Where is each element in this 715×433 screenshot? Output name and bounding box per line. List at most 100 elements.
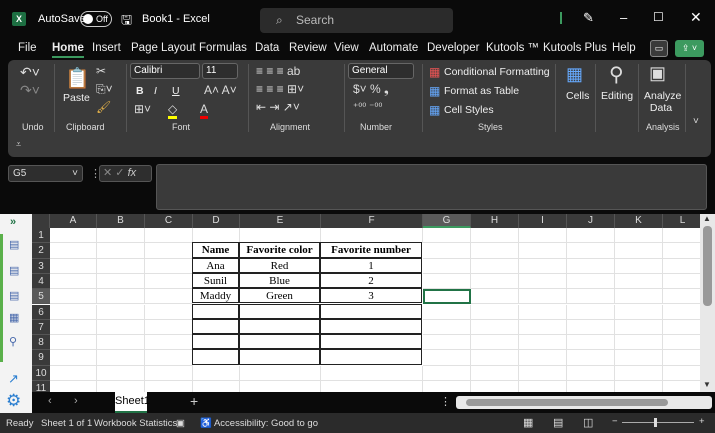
cell-C3[interactable] <box>145 258 193 274</box>
cell-D10[interactable] <box>193 365 240 381</box>
column-header-J[interactable]: J <box>567 214 615 228</box>
cell-B3[interactable] <box>97 258 145 274</box>
cell-H2[interactable] <box>471 243 519 259</box>
cell-A7[interactable] <box>50 319 97 336</box>
cell-L6[interactable] <box>663 305 700 320</box>
editing-button[interactable]: Editing <box>601 90 633 102</box>
horizontal-scrollbar[interactable] <box>456 396 712 409</box>
increase-font-icon[interactable]: A˄ A˅ <box>204 83 237 97</box>
cell-K10[interactable] <box>615 365 663 381</box>
tab-formulas[interactable]: Formulas <box>199 42 247 54</box>
worksheet-grid[interactable]: A B C D E F G H I J K L 1 2 Name Favorite color Favorite… <box>32 214 700 392</box>
cell-E11[interactable] <box>240 381 321 392</box>
row-header-11[interactable]: 11 <box>32 381 50 392</box>
cell-G10[interactable] <box>423 365 471 381</box>
row-header-1[interactable]: 1 <box>32 228 50 244</box>
cell-K9[interactable] <box>615 350 663 366</box>
cell-I6[interactable] <box>519 304 567 320</box>
cell-F3[interactable]: 1 <box>320 257 422 273</box>
cell-styles-button[interactable]: Cell Styles <box>444 104 494 116</box>
cell-J8[interactable] <box>567 335 615 351</box>
tab-home[interactable]: Home <box>52 42 84 58</box>
cell-L4[interactable] <box>663 274 700 290</box>
cell-I4[interactable] <box>519 273 567 290</box>
print-icon[interactable]: ▤ <box>9 289 19 302</box>
paste-icon[interactable]: 📋 <box>65 66 90 91</box>
comments-button[interactable]: ▭ <box>650 40 668 57</box>
align-left-icon[interactable]: ≡ ≡ ≡ ⊞˅ <box>256 82 304 96</box>
cell-E5[interactable]: Green <box>239 288 320 304</box>
cell-C4[interactable] <box>145 273 193 290</box>
pen-icon[interactable]: ✎ <box>583 10 594 26</box>
cell-L8[interactable] <box>663 335 700 351</box>
cell-F9[interactable] <box>320 349 422 365</box>
cell-D2[interactable]: Name <box>192 242 239 258</box>
cell-D4[interactable]: Sunil <box>192 272 239 289</box>
search-box[interactable]: ⌕ Search <box>260 8 453 33</box>
zoom-slider-thumb[interactable] <box>654 418 657 427</box>
cell-G9[interactable] <box>423 350 471 366</box>
row-header-10[interactable]: 10 <box>32 365 50 381</box>
cell-H5[interactable] <box>471 289 519 305</box>
tab-kutools-plus[interactable]: Kutools Plus <box>543 42 607 54</box>
font-size-select[interactable]: 11 <box>202 63 238 79</box>
cell-B10[interactable] <box>97 365 145 381</box>
tab-review[interactable]: Review <box>289 42 327 54</box>
cell-J4[interactable] <box>567 273 615 290</box>
cell-I7[interactable] <box>519 319 567 336</box>
cell-G1[interactable] <box>423 228 471 244</box>
next-sheet-button[interactable]: › <box>74 395 78 407</box>
cell-J10[interactable] <box>567 365 615 381</box>
row-header-6[interactable]: 6 <box>32 304 50 320</box>
italic-button[interactable]: I <box>154 85 157 97</box>
decimal-icon[interactable]: ⁺⁰⁰ ⁻⁰⁰ <box>353 102 382 113</box>
minimize-button[interactable]: – <box>620 10 627 25</box>
format-as-table-button[interactable]: Format as Table <box>444 85 519 97</box>
column-header-C[interactable]: C <box>145 214 193 228</box>
page-layout-view-icon[interactable]: ▤ <box>553 416 563 429</box>
cell-B6[interactable] <box>97 304 145 320</box>
column-header-G[interactable]: G <box>423 214 471 228</box>
enter-icon[interactable]: ✓ <box>115 167 124 179</box>
close-button[interactable]: ✕ <box>690 9 702 26</box>
insert-function-button[interactable]: fx <box>128 167 137 179</box>
tab-file[interactable]: File <box>18 42 37 54</box>
cell-B2[interactable] <box>97 243 145 259</box>
cell-F8[interactable] <box>320 334 422 350</box>
share-button[interactable]: ⇪ ˅ <box>675 40 704 57</box>
workbook-icon[interactable]: ▤ <box>9 238 19 251</box>
cell-H4[interactable] <box>471 273 519 290</box>
cell-D3[interactable]: Ana <box>192 257 239 273</box>
cell-A3[interactable] <box>50 258 97 274</box>
tab-data[interactable]: Data <box>255 42 279 54</box>
indent-icon[interactable]: ⇤ ⇥ ↗˅ <box>256 100 300 114</box>
cell-F5[interactable]: 3 <box>320 288 422 304</box>
cell-J5[interactable] <box>567 289 615 305</box>
cell-L11[interactable] <box>663 381 700 392</box>
cell-I11[interactable] <box>519 381 567 392</box>
cell-K6[interactable] <box>615 304 663 320</box>
save-icon[interactable]: 🖫 <box>121 11 132 33</box>
cell-G6[interactable] <box>423 304 471 320</box>
cell-E1[interactable] <box>240 228 321 244</box>
cell-J9[interactable] <box>567 350 615 366</box>
tab-automate[interactable]: Automate <box>369 42 418 54</box>
page-break-view-icon[interactable]: ◫ <box>583 416 593 429</box>
analyze-data-button[interactable]: Analyze Data <box>644 90 681 114</box>
cell-G4[interactable] <box>423 273 471 290</box>
cell-C6[interactable] <box>145 304 193 320</box>
cell-F10[interactable] <box>321 365 423 381</box>
column-header-F[interactable]: F <box>321 214 423 228</box>
tab-splitter[interactable]: ⋮ <box>440 395 451 408</box>
cell-D5[interactable]: Maddy <box>192 288 239 304</box>
cell-E4[interactable]: Blue <box>239 272 320 289</box>
customize-toolbar-icon[interactable]: ⩡ <box>16 139 21 150</box>
tab-view[interactable]: View <box>334 42 359 54</box>
cell-L1[interactable] <box>663 228 700 244</box>
cell-J7[interactable] <box>567 319 615 336</box>
cell-H7[interactable] <box>471 319 519 336</box>
cell-K4[interactable] <box>615 273 663 290</box>
cell-E7[interactable] <box>239 318 320 335</box>
redo-icon[interactable]: ↷˅ <box>20 82 40 99</box>
cell-J3[interactable] <box>567 258 615 274</box>
